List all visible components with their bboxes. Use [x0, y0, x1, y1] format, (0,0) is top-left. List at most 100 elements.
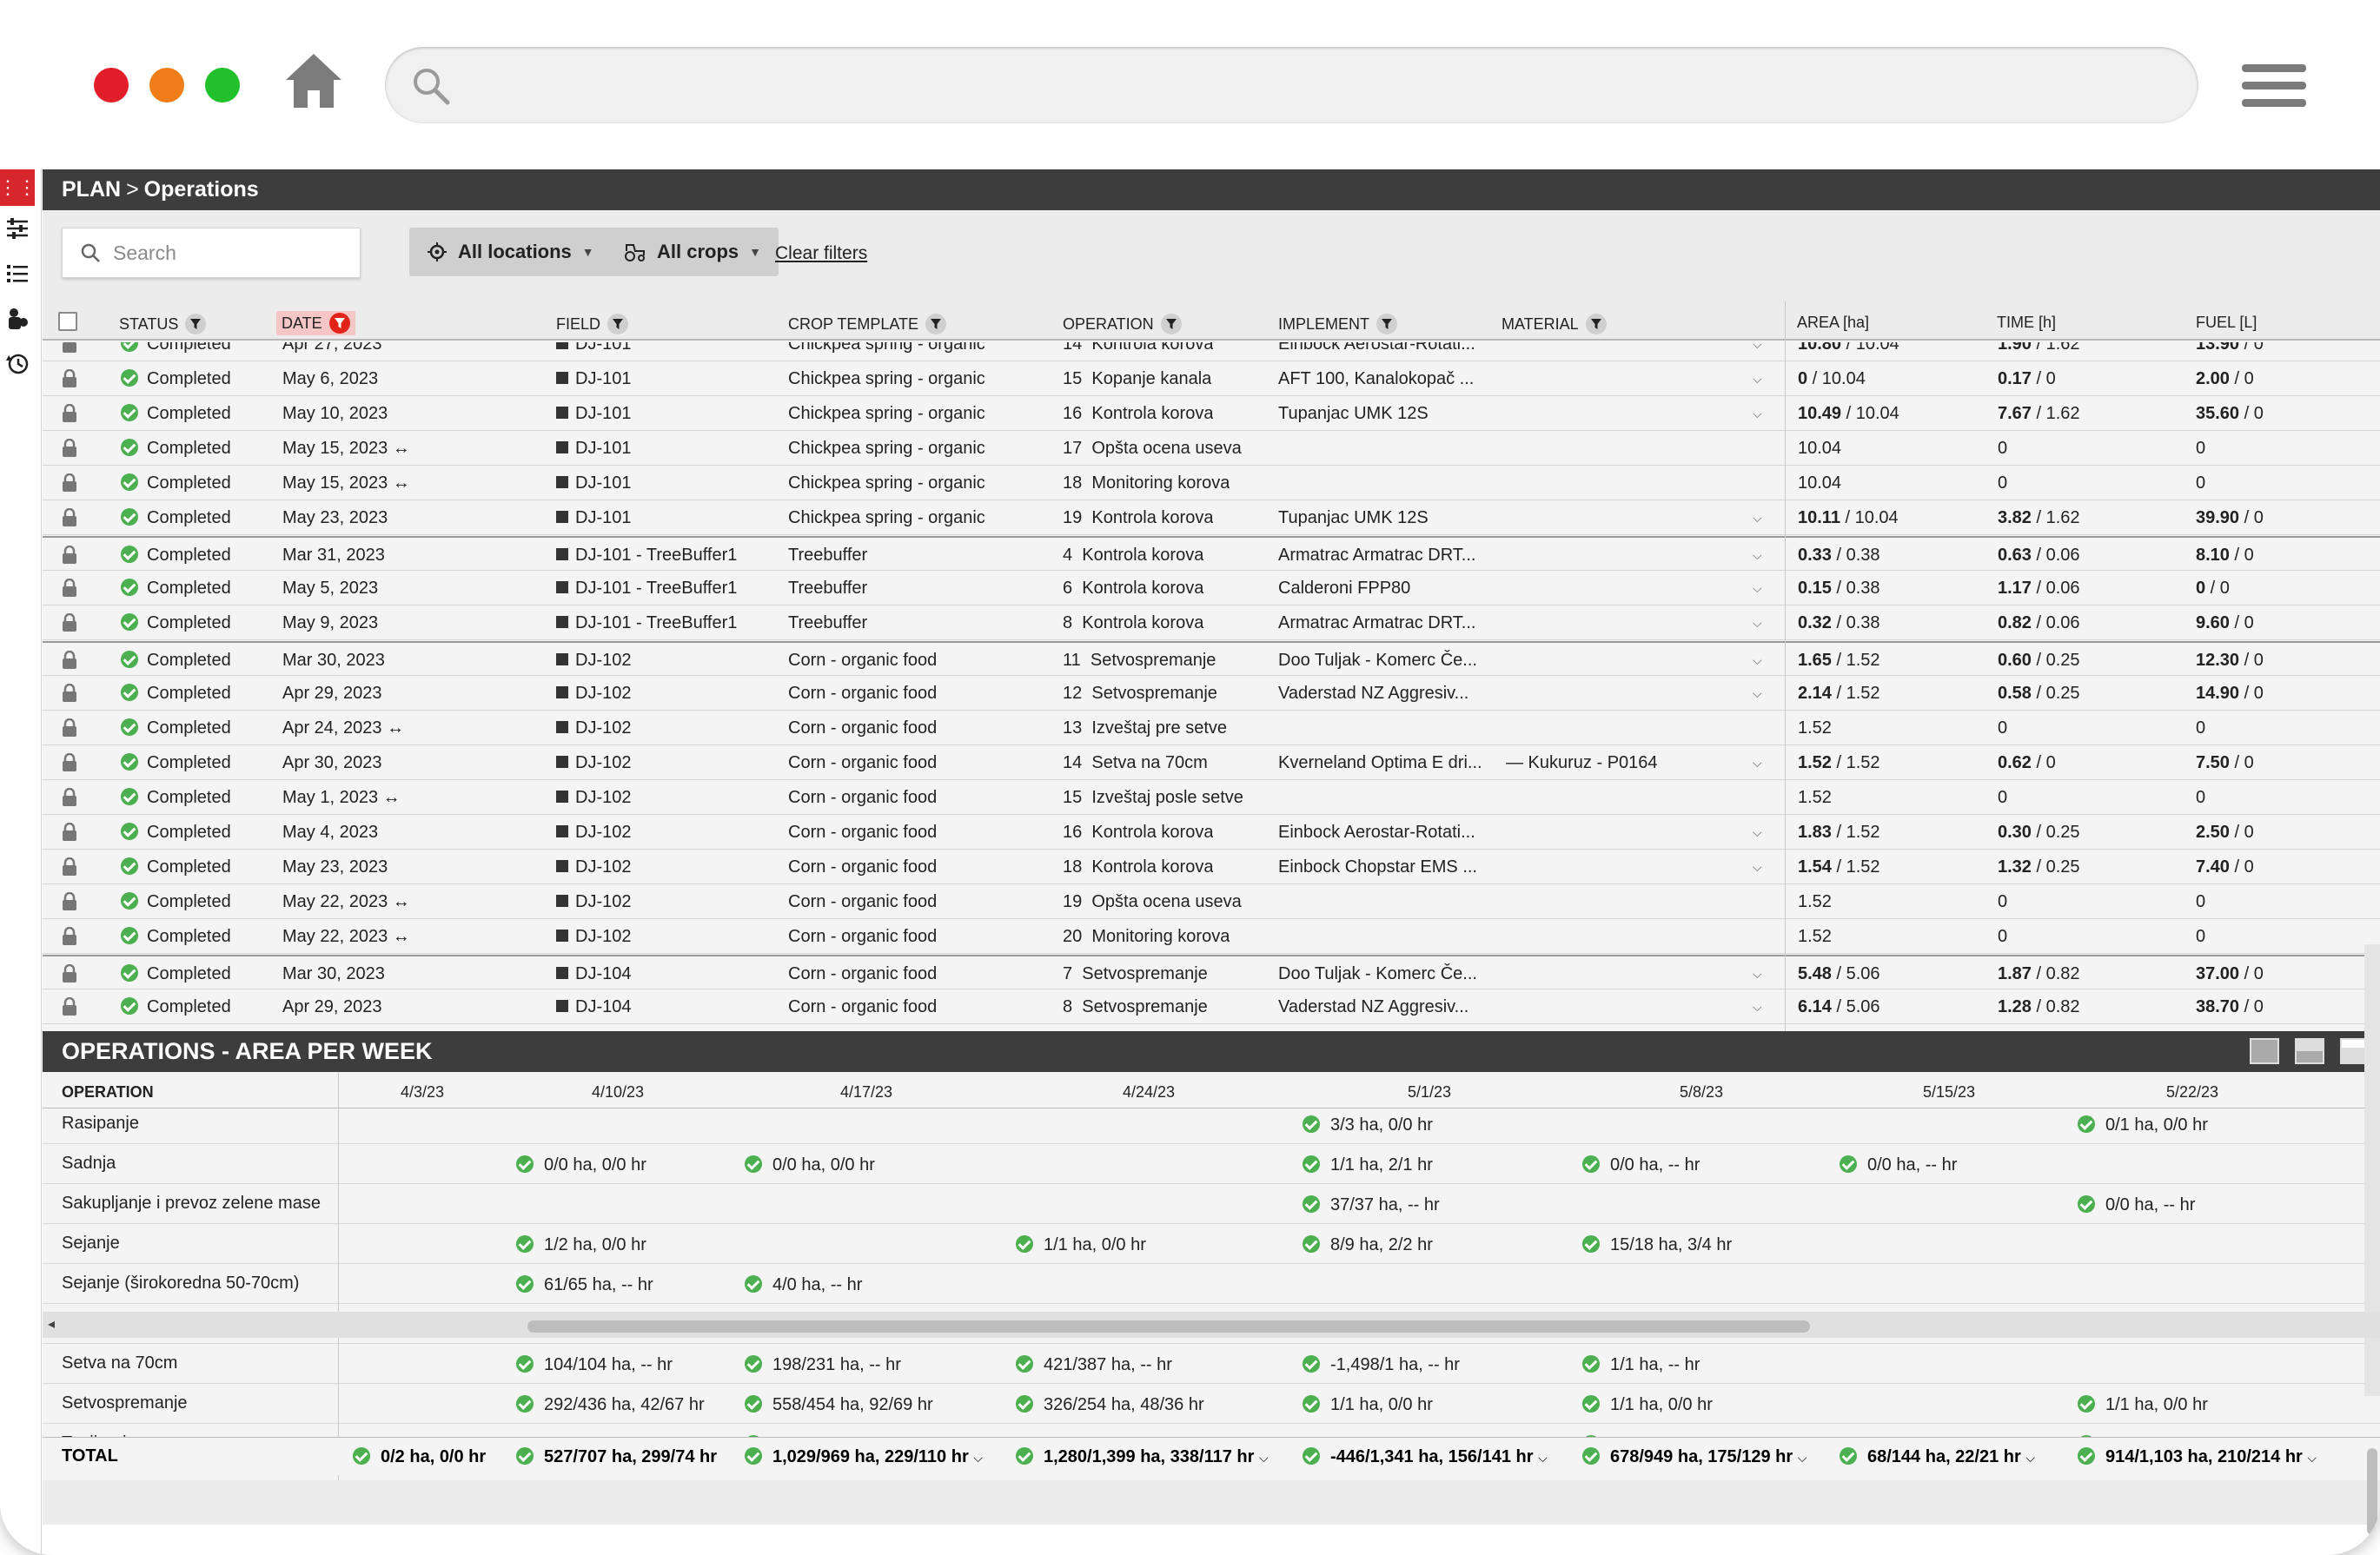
week-cell[interactable]: 8/9 ha, 2/2 hr [1303, 1234, 1433, 1255]
chevron-down-icon[interactable]: ⌵ [1753, 342, 1762, 352]
chevron-down-icon[interactable]: ⌵ [1753, 756, 1762, 771]
chevron-down-icon[interactable]: ⌵ [1259, 1451, 1269, 1465]
select-all-checkbox[interactable] [58, 312, 77, 331]
table-row[interactable]: Completed Mar 30, 2023 DJ-102 Corn - organi… [43, 641, 2380, 676]
list-icon[interactable] [0, 251, 35, 296]
table-row[interactable]: Completed Apr 30, 2023 DJ-102 Corn - organi… [43, 745, 2380, 780]
total-cell[interactable]: 1,029/969 ha, 229/110 hr ⌵ [745, 1446, 983, 1467]
chevron-down-icon[interactable]: ⌵ [973, 1451, 983, 1465]
table-row[interactable]: Completed Apr 27, 2023 DJ-101 Chickpea spri… [43, 342, 2380, 361]
filter-icon[interactable] [1160, 314, 1182, 334]
week-cell[interactable]: 0/0 ha, -- hr [1840, 1155, 1957, 1175]
chevron-down-icon[interactable]: ⌵ [1753, 653, 1762, 668]
total-cell[interactable]: 0/2 ha, 0/0 hr [353, 1446, 486, 1467]
close-window-button[interactable] [94, 68, 129, 103]
breadcrumb-plan[interactable]: PLAN [62, 177, 121, 202]
week-cell[interactable]: 0/0 ha, 0/0 hr [745, 1155, 875, 1175]
week-cell[interactable]: 104/104 ha, -- hr [516, 1354, 673, 1375]
horizontal-scrollbar[interactable]: ◂ [43, 1312, 2380, 1338]
total-cell[interactable]: -446/1,341 ha, 156/141 hr ⌵ [1303, 1446, 1548, 1467]
plan-sliders-icon[interactable] [0, 206, 35, 251]
column-field[interactable]: FIELD [556, 314, 629, 334]
filter-icon[interactable] [1585, 314, 1607, 334]
week-cell[interactable]: 15/18 ha, 3/4 hr [1582, 1234, 1732, 1255]
chevron-down-icon[interactable]: ⌵ [1753, 548, 1762, 563]
total-cell[interactable]: 678/949 ha, 175/129 hr ⌵ [1582, 1446, 1807, 1467]
week-cell[interactable]: 37/37 ha, -- hr [1303, 1194, 1440, 1215]
chevron-down-icon[interactable]: ⌵ [1753, 372, 1762, 387]
chevron-down-icon[interactable]: ⌵ [1753, 860, 1762, 875]
week-cell[interactable]: 292/436 ha, 42/67 hr [516, 1394, 705, 1415]
week-cell[interactable]: 1/1 ha, 0/0 hr [2078, 1394, 2208, 1415]
table-row[interactable]: Completed May 1, 2023 ↔ DJ-102 Corn - organ… [43, 780, 2380, 815]
table-row[interactable]: Completed Mar 30, 2023 DJ-104 Corn - organi… [43, 955, 2380, 989]
week-cell[interactable]: 0/1 ha, 0/0 hr [2078, 1115, 2208, 1135]
chevron-down-icon[interactable]: ⌵ [1753, 511, 1762, 526]
table-row[interactable]: Completed Mar 31, 2023 DJ-101 - TreeBuffer… [43, 536, 2380, 571]
locations-filter-button[interactable]: All locations ▼ [409, 228, 612, 276]
week-cell[interactable]: 1/1 ha, -- hr [1582, 1354, 1700, 1375]
home-icon[interactable] [283, 50, 344, 109]
filter-active-icon[interactable] [328, 313, 350, 334]
column-date[interactable]: DATE [276, 311, 355, 335]
table-row[interactable]: Completed May 10, 2023 DJ-101 Chickpea spri… [43, 396, 2380, 431]
column-implement[interactable]: IMPLEMENT [1278, 314, 1398, 334]
table-row[interactable]: Completed May 15, 2023 ↔ DJ-101 Chickpea sp… [43, 431, 2380, 466]
week-cell[interactable]: 1/2 ha, 0/0 hr [516, 1234, 646, 1255]
total-cell[interactable]: 1,280/1,399 ha, 338/117 hr ⌵ [1016, 1446, 1269, 1467]
chevron-down-icon[interactable]: ⌵ [1753, 407, 1762, 421]
scrollbar-thumb[interactable] [2367, 1448, 2377, 1535]
filter-icon[interactable] [607, 314, 629, 334]
column-area[interactable]: AREA [ha] [1797, 314, 1869, 332]
scrollbar-thumb[interactable] [527, 1320, 1810, 1333]
column-crop-template[interactable]: CROP TEMPLATE [788, 314, 947, 334]
column-status[interactable]: STATUS [119, 314, 207, 334]
view-full-icon[interactable] [2250, 1038, 2279, 1064]
address-bar[interactable] [385, 47, 2198, 123]
minimize-window-button[interactable] [149, 68, 184, 103]
week-cell[interactable]: 0/0 ha, -- hr [1582, 1155, 1700, 1175]
view-split-icon[interactable] [2295, 1038, 2324, 1064]
table-row[interactable]: Completed May 15, 2023 ↔ DJ-101 Chickpea sp… [43, 466, 2380, 500]
chevron-down-icon[interactable]: ⌵ [1753, 616, 1762, 631]
week-cell[interactable]: 3/3 ha, 0/0 hr [1303, 1115, 1433, 1135]
week-cell[interactable]: 421/387 ha, -- hr [1016, 1354, 1172, 1375]
chevron-down-icon[interactable]: ⌵ [1753, 581, 1762, 596]
column-time[interactable]: TIME [h] [1997, 314, 2056, 332]
table-row[interactable]: Completed May 23, 2023 DJ-102 Corn - organi… [43, 850, 2380, 884]
week-cell[interactable]: -1,498/1 ha, -- hr [1303, 1354, 1460, 1375]
table-row[interactable]: Completed Apr 24, 2023 ↔ DJ-102 Corn - orga… [43, 711, 2380, 745]
chevron-down-icon[interactable]: ⌵ [1753, 825, 1762, 840]
table-row[interactable]: Completed May 22, 2023 ↔ DJ-102 Corn - orga… [43, 919, 2380, 954]
week-cell[interactable]: 0/0 ha, 0/0 hr [516, 1155, 646, 1175]
week-cell[interactable]: 61/65 ha, -- hr [516, 1274, 653, 1295]
search-input[interactable]: Search [62, 228, 361, 278]
column-fuel[interactable]: FUEL [L] [2196, 314, 2257, 332]
table-row[interactable]: Completed May 4, 2023 DJ-102 Corn - organic… [43, 815, 2380, 850]
chevron-down-icon[interactable]: ⌵ [1798, 1451, 1807, 1465]
history-icon[interactable] [0, 341, 35, 387]
table-row[interactable]: Completed May 6, 2023 DJ-101 Chickpea sprin… [43, 361, 2380, 396]
chevron-down-icon[interactable]: ⌵ [1753, 967, 1762, 982]
week-cell[interactable]: 0/0 ha, -- hr [2078, 1194, 2195, 1215]
chevron-down-icon[interactable]: ⌵ [2025, 1451, 2035, 1465]
clear-filters-link[interactable]: Clear filters [775, 243, 867, 264]
crops-icon[interactable] [0, 296, 35, 341]
week-cell[interactable]: 1/1 ha, 0/0 hr [1016, 1234, 1146, 1255]
chevron-down-icon[interactable]: ⌵ [1538, 1451, 1548, 1465]
table-row[interactable]: Completed May 9, 2023 DJ-101 - TreeBuffer1… [43, 605, 2380, 640]
filter-icon[interactable] [185, 314, 207, 334]
chevron-down-icon[interactable]: ⌵ [1753, 1000, 1762, 1015]
column-operation[interactable]: OPERATION [1063, 314, 1182, 334]
week-cell[interactable]: 558/454 ha, 92/69 hr [745, 1394, 933, 1415]
menu-icon[interactable] [2242, 64, 2306, 113]
apps-grid-icon[interactable]: ⋮⋮ [0, 169, 36, 206]
week-cell[interactable]: 326/254 ha, 48/36 hr [1016, 1394, 1204, 1415]
week-cell[interactable]: 198/231 ha, -- hr [745, 1354, 901, 1375]
table-row[interactable]: Completed May 22, 2023 ↔ DJ-102 Corn - orga… [43, 884, 2380, 919]
filter-icon[interactable] [925, 314, 947, 334]
column-material[interactable]: MATERIAL [1502, 314, 1607, 334]
filter-icon[interactable] [1376, 314, 1398, 334]
total-cell[interactable]: 914/1,103 ha, 210/214 hr ⌵ [2078, 1446, 2317, 1467]
table-row[interactable]: Completed Apr 29, 2023 DJ-104 Corn - organi… [43, 989, 2380, 1024]
